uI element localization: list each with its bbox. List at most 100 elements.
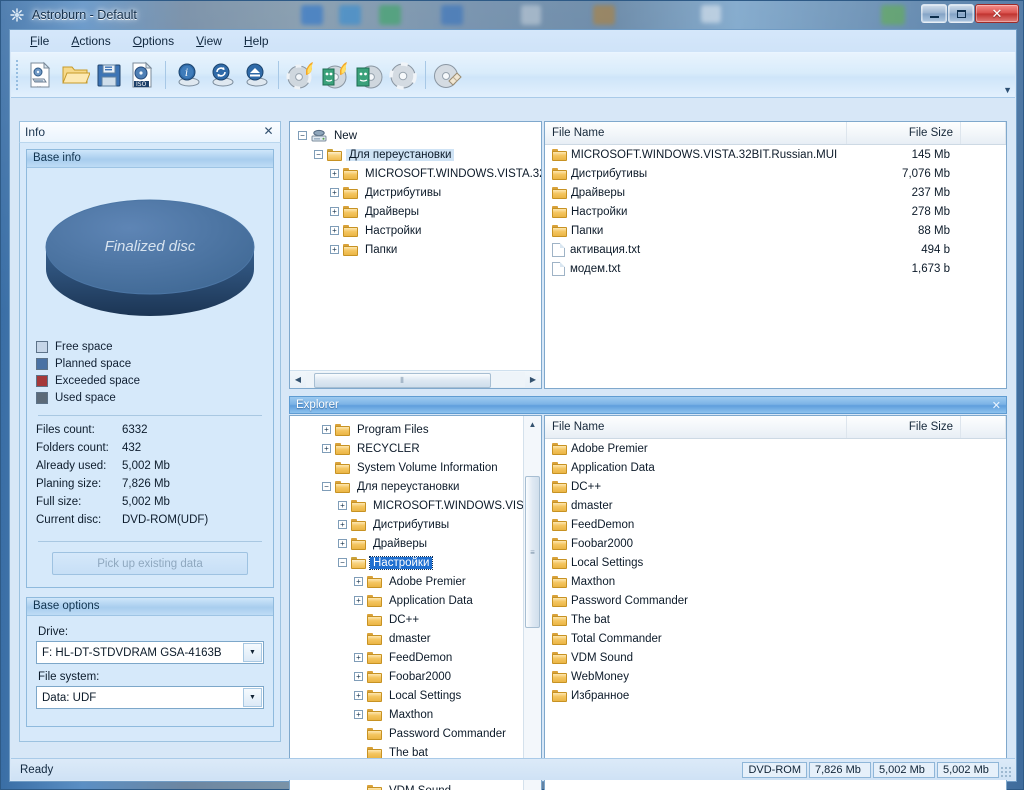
tree-node[interactable]: Password Commander: [294, 724, 523, 743]
drive-select[interactable]: F: HL-DT-STDVDRAM GSA-4163B ▼: [36, 641, 264, 664]
explorer-file-list[interactable]: File Name File Size Adobe Premier Applica…: [544, 415, 1007, 790]
menu-actions[interactable]: Actions: [61, 31, 120, 51]
tree-node[interactable]: − Для переустановки: [294, 477, 523, 496]
column-file-name[interactable]: File Name: [545, 416, 847, 438]
table-row[interactable]: Драйверы 237 Mb: [545, 183, 1006, 202]
burn-image-icon[interactable]: [318, 58, 352, 92]
tree-node[interactable]: + Настройки: [294, 221, 541, 240]
project-tree-hscrollbar[interactable]: ◀ ⦀ ▶: [290, 370, 541, 388]
explorer-tree[interactable]: + Program Files + RECYCLER System Volume Inf…: [289, 415, 542, 790]
toolbar-grip[interactable]: [15, 60, 21, 90]
tree-node[interactable]: dmaster: [294, 629, 523, 648]
expand-node-icon[interactable]: +: [338, 501, 347, 510]
table-row[interactable]: Adobe Premier: [545, 439, 1006, 458]
hscroll-thumb[interactable]: ⦀: [314, 373, 491, 388]
toolbar-overflow-icon[interactable]: ▼: [1003, 85, 1012, 95]
column-file-size[interactable]: File Size: [847, 122, 961, 144]
table-row[interactable]: WebMoney: [545, 667, 1006, 686]
table-row[interactable]: Local Settings: [545, 553, 1006, 572]
open-project-icon[interactable]: [58, 58, 92, 92]
tree-node[interactable]: + Adobe Premier: [294, 572, 523, 591]
collapse-node-icon[interactable]: −: [322, 482, 331, 491]
scroll-right-icon[interactable]: ▶: [525, 372, 541, 387]
collapse-node-icon[interactable]: −: [314, 150, 323, 159]
scroll-left-icon[interactable]: ◀: [290, 372, 306, 387]
tree-node[interactable]: − New: [294, 126, 541, 145]
table-row[interactable]: MICROSOFT.WINDOWS.VISTA.32BIT.Russian.MU…: [545, 145, 1006, 164]
expand-node-icon[interactable]: +: [330, 169, 339, 178]
collapse-node-icon[interactable]: −: [338, 558, 347, 567]
project-tree[interactable]: − New − Для переустановки + MICROSOFT.WINDOWS…: [289, 121, 542, 389]
close-button[interactable]: ✕: [975, 4, 1019, 23]
expand-node-icon[interactable]: +: [354, 653, 363, 662]
copy-disc-icon[interactable]: [386, 58, 420, 92]
eject-disc-icon[interactable]: [239, 58, 273, 92]
resize-grip[interactable]: [1000, 766, 1012, 778]
tree-node[interactable]: + MICROSOFT.WINDOWS.VISTA.32BIT.Russian.M…: [294, 164, 541, 183]
expand-node-icon[interactable]: +: [354, 691, 363, 700]
chevron-down-icon[interactable]: ▼: [243, 688, 262, 707]
tree-node[interactable]: + Папки: [294, 240, 541, 259]
expand-node-icon[interactable]: +: [330, 245, 339, 254]
expand-node-icon[interactable]: +: [354, 710, 363, 719]
table-row[interactable]: модем.txt 1,673 b: [545, 259, 1006, 278]
tree-node[interactable]: + MICROSOFT.WINDOWS.VISTA.32BIT.Russian.M…: [294, 496, 523, 515]
explorer-tree-vscrollbar[interactable]: ▲ ≡ ▼: [523, 416, 541, 790]
burn-disc-icon[interactable]: [284, 58, 318, 92]
table-row[interactable]: dmaster: [545, 496, 1006, 515]
menu-file[interactable]: FFileile: [20, 31, 59, 51]
expand-node-icon[interactable]: +: [330, 226, 339, 235]
expand-node-icon[interactable]: +: [322, 425, 331, 434]
column-file-size[interactable]: File Size: [847, 416, 961, 438]
table-row[interactable]: Foobar2000: [545, 534, 1006, 553]
tree-node[interactable]: − Для переустановки: [294, 145, 541, 164]
table-row[interactable]: Application Data: [545, 458, 1006, 477]
expand-node-icon[interactable]: +: [338, 539, 347, 548]
erase-disc-icon[interactable]: [431, 58, 465, 92]
table-row[interactable]: Total Commander: [545, 629, 1006, 648]
tree-node[interactable]: − Настройки: [294, 553, 523, 572]
scroll-up-icon[interactable]: ▲: [524, 416, 541, 432]
tree-node[interactable]: VDM Sound: [294, 781, 523, 790]
menu-help[interactable]: Help: [234, 31, 279, 51]
table-row[interactable]: DC++: [545, 477, 1006, 496]
explorer-close-icon[interactable]: ✕: [992, 399, 1001, 412]
hscroll-track[interactable]: ⦀: [306, 372, 525, 388]
expand-node-icon[interactable]: +: [354, 672, 363, 681]
expand-node-icon[interactable]: +: [338, 520, 347, 529]
expand-node-icon[interactable]: +: [322, 444, 331, 453]
table-row[interactable]: Maxthon: [545, 572, 1006, 591]
project-file-list[interactable]: File Name File Size MICROSOFT.WINDOWS.VI…: [544, 121, 1007, 389]
tree-node[interactable]: + Application Data: [294, 591, 523, 610]
tree-node[interactable]: + Драйверы: [294, 202, 541, 221]
save-project-icon[interactable]: [92, 58, 126, 92]
title-bar[interactable]: Astroburn - Default ✕: [1, 1, 1024, 28]
verify-disc-icon[interactable]: [352, 58, 386, 92]
collapse-node-icon[interactable]: −: [298, 131, 307, 140]
vscroll-thumb[interactable]: ≡: [525, 476, 540, 628]
pick-up-existing-data-button[interactable]: Pick up existing data: [52, 552, 248, 575]
table-row[interactable]: Дистрибутивы 7,076 Mb: [545, 164, 1006, 183]
info-panel-close-icon[interactable]: ✕: [262, 125, 275, 138]
new-project-icon[interactable]: ...: [24, 58, 58, 92]
disc-info-icon[interactable]: i: [171, 58, 205, 92]
tree-node[interactable]: + Foobar2000: [294, 667, 523, 686]
tree-node[interactable]: + Local Settings: [294, 686, 523, 705]
tree-node[interactable]: DC++: [294, 610, 523, 629]
menu-view[interactable]: View: [186, 31, 232, 51]
table-row[interactable]: Настройки 278 Mb: [545, 202, 1006, 221]
chevron-down-icon[interactable]: ▼: [243, 643, 262, 662]
table-row[interactable]: Папки 88 Mb: [545, 221, 1006, 240]
table-row[interactable]: Избранное: [545, 686, 1006, 705]
column-file-name[interactable]: File Name: [545, 122, 847, 144]
tree-node[interactable]: + Дистрибутивы: [294, 515, 523, 534]
table-row[interactable]: Password Commander: [545, 591, 1006, 610]
expand-node-icon[interactable]: +: [330, 207, 339, 216]
maximize-button[interactable]: [948, 4, 974, 23]
tree-node[interactable]: + Дистрибутивы: [294, 183, 541, 202]
table-row[interactable]: The bat: [545, 610, 1006, 629]
filesystem-select[interactable]: Data: UDF ▼: [36, 686, 264, 709]
menu-options[interactable]: Options: [123, 31, 184, 51]
expand-node-icon[interactable]: +: [330, 188, 339, 197]
iso-image-icon[interactable]: ISO: [126, 58, 160, 92]
